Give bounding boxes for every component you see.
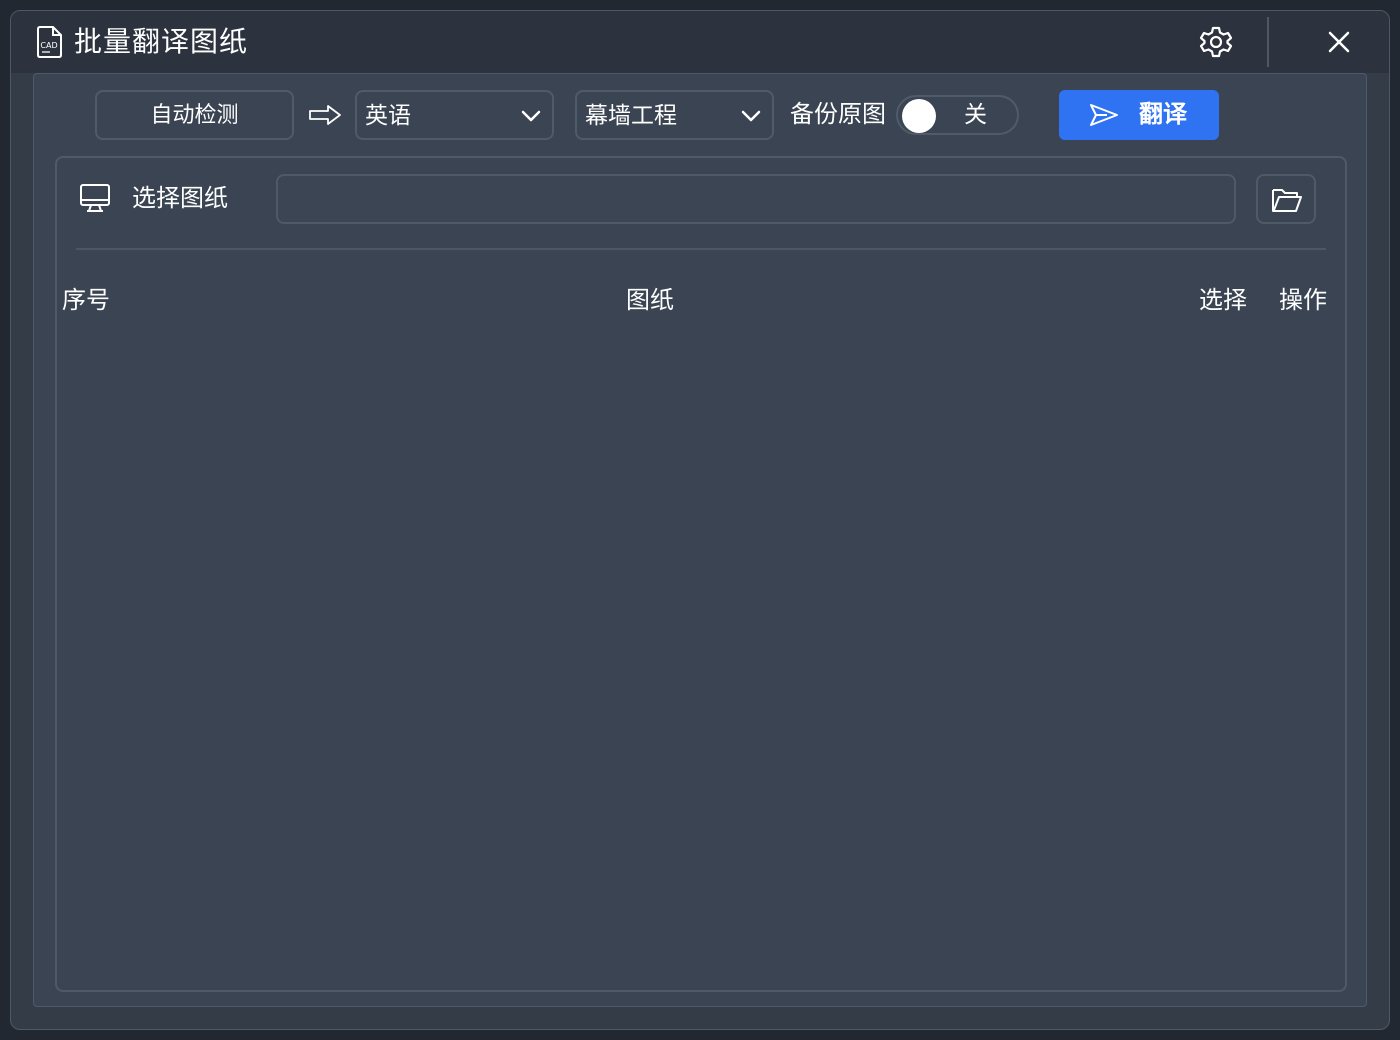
column-header-select: 选择 (1199, 286, 1247, 314)
domain-value: 幕墙工程 (585, 103, 677, 129)
backup-toggle-state: 关 (964, 102, 987, 128)
send-icon (1090, 104, 1118, 126)
column-header-action: 操作 (1279, 286, 1327, 314)
gear-icon[interactable] (1199, 25, 1233, 59)
column-header-drawing: 图纸 (626, 286, 674, 314)
chevron-down-icon (741, 110, 761, 122)
backup-toggle[interactable]: 关 (896, 95, 1019, 135)
cad-file-icon: CAD (37, 26, 62, 58)
browse-folder-button[interactable] (1256, 174, 1316, 224)
chevron-down-icon (521, 110, 541, 122)
column-header-index: 序号 (62, 286, 110, 314)
window-title: 批量翻译图纸 (74, 25, 249, 58)
domain-select[interactable]: 幕墙工程 (575, 90, 774, 140)
batch-translate-window: CAD 批量翻译图纸 自动检测 英语 幕墙工程 备份原图 关 翻译 选择图纸 序… (10, 10, 1390, 1030)
svg-text:CAD: CAD (40, 41, 57, 50)
drawing-path-input[interactable] (276, 174, 1236, 224)
translate-label: 翻译 (1139, 100, 1187, 128)
source-language-button[interactable]: 自动检测 (95, 90, 294, 140)
drawings-panel: 选择图纸 序号 图纸 选择 操作 (55, 156, 1347, 992)
title-bar: CAD 批量翻译图纸 (11, 11, 1389, 73)
panel-divider (76, 248, 1326, 250)
backup-label: 备份原图 (790, 100, 886, 128)
close-icon[interactable] (1325, 28, 1353, 56)
target-language-select[interactable]: 英语 (355, 90, 554, 140)
main-content: 自动检测 英语 幕墙工程 备份原图 关 翻译 选择图纸 序号 图纸 选择 操作 (33, 73, 1367, 1007)
title-divider (1267, 17, 1269, 67)
translate-button[interactable]: 翻译 (1059, 90, 1219, 140)
choose-drawing-label: 选择图纸 (132, 184, 228, 212)
folder-open-icon (1272, 189, 1302, 212)
target-language-value: 英语 (365, 103, 411, 129)
monitor-icon (80, 184, 110, 212)
source-language-label: 自动检测 (150, 103, 239, 128)
arrow-right-icon (309, 105, 341, 125)
table-body (57, 328, 1345, 988)
table-header: 序号 图纸 选择 操作 (57, 284, 1345, 318)
toggle-knob (902, 99, 936, 133)
